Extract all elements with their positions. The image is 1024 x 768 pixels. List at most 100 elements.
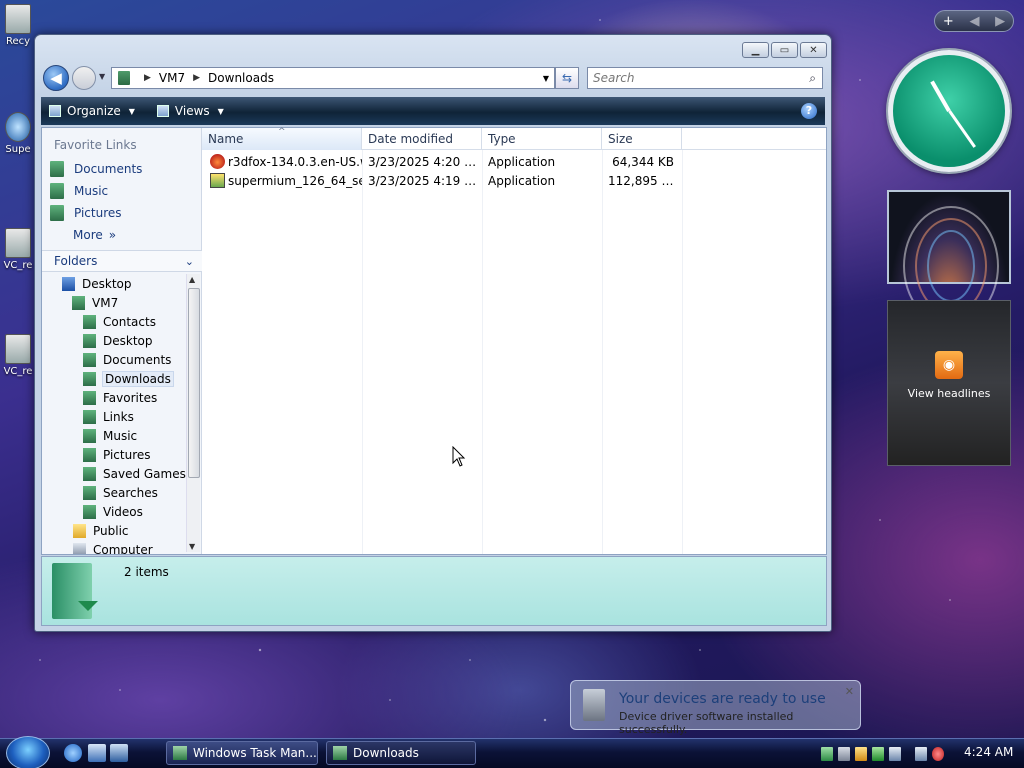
navigation-pane: Favorite Links Documents Music Pictures …: [42, 128, 202, 554]
tree-item-vm7[interactable]: VM7: [42, 293, 186, 312]
clock-gadget[interactable]: [888, 50, 1010, 172]
scrollbar-thumb[interactable]: [188, 288, 200, 478]
security-shield-icon[interactable]: [855, 747, 867, 761]
refresh-button[interactable]: ⇆: [555, 67, 579, 89]
maximize-button[interactable]: ▭: [771, 42, 798, 58]
help-icon: ?: [805, 104, 813, 117]
app-tray-icon[interactable]: [889, 747, 901, 761]
device-install-icon[interactable]: [838, 747, 850, 761]
breadcrumb-separator-icon[interactable]: ▶: [144, 73, 151, 83]
desktop-icon-supermium[interactable]: Supe: [0, 112, 36, 155]
start-button[interactable]: [6, 736, 50, 768]
column-header-name[interactable]: ^ Name: [202, 127, 362, 150]
slideshow-image: [927, 230, 975, 302]
taskbar-button-task-manager[interactable]: Windows Task Man...: [166, 741, 318, 765]
next-icon[interactable]: ▶: [995, 14, 1005, 29]
close-icon[interactable]: ✕: [845, 685, 854, 698]
tree-item-links[interactable]: Links: [42, 407, 186, 426]
tree-item-music[interactable]: Music: [42, 426, 186, 445]
scroll-down-icon[interactable]: ▼: [189, 542, 195, 551]
favorite-link-label: Pictures: [74, 206, 122, 220]
favorite-links-more[interactable]: More »: [42, 224, 201, 246]
close-button[interactable]: ✕: [800, 42, 827, 58]
breadcrumb-separator-icon[interactable]: ▶: [193, 73, 200, 83]
minimize-button[interactable]: ▁: [742, 42, 769, 58]
tree-item-label: Public: [93, 523, 129, 538]
command-bar: Organize ▼ Views ▼ ?: [41, 97, 825, 125]
address-dropdown-icon[interactable]: ▼: [538, 74, 554, 83]
tree-item-label: Desktop: [82, 276, 132, 291]
window-controls: ▁ ▭ ✕: [742, 42, 827, 58]
battery-icon[interactable]: [872, 747, 884, 761]
favorite-link-pictures[interactable]: Pictures: [42, 202, 201, 224]
tree-item-label: Music: [103, 428, 138, 443]
file-size: 64,344 KB: [612, 154, 674, 169]
desktop-icon-label: Recy: [5, 36, 31, 47]
favorite-link-documents[interactable]: Documents: [42, 158, 201, 180]
favorites-folder-icon: [83, 390, 96, 405]
taskbar-clock[interactable]: 4:24 AM: [964, 745, 1013, 759]
folder-icon: [118, 71, 130, 85]
search-input[interactable]: Search ⌕: [587, 67, 823, 89]
column-divider: [482, 150, 483, 554]
tree-item-public[interactable]: Public: [42, 521, 186, 540]
pictures-folder-icon: [83, 447, 96, 462]
previous-icon[interactable]: ◀: [969, 14, 979, 29]
network-icon[interactable]: [915, 747, 927, 761]
volume-muted-icon[interactable]: [932, 747, 944, 761]
tree-item-searches[interactable]: Searches: [42, 483, 186, 502]
tree-item-computer[interactable]: Computer: [42, 540, 186, 554]
tree-item-label: Pictures: [103, 447, 151, 462]
column-header-date-modified[interactable]: Date modified: [362, 128, 482, 150]
tree-item-saved-games[interactable]: Saved Games: [42, 464, 186, 483]
tree-item-pictures[interactable]: Pictures: [42, 445, 186, 464]
add-gadget-icon[interactable]: +: [943, 14, 954, 29]
desktop-icon-recycle-bin[interactable]: Recy: [0, 4, 36, 47]
tree-item-desktop[interactable]: Desktop: [42, 274, 186, 293]
breadcrumb-vm7[interactable]: VM7: [159, 71, 185, 85]
tree-item-videos[interactable]: Videos: [42, 502, 186, 521]
desktop-icon-vc-redist-2[interactable]: VC_re: [0, 334, 36, 377]
file-list: ^ Name Date modified Type Size r3dfox-13…: [202, 127, 826, 554]
show-desktop-icon[interactable]: [88, 744, 106, 762]
file-type: Application: [488, 154, 556, 169]
help-button[interactable]: ?: [801, 103, 817, 119]
music-folder-icon: [50, 183, 64, 199]
organize-button[interactable]: Organize ▼: [49, 104, 135, 118]
search-icon[interactable]: ⌕: [809, 71, 816, 86]
tree-item-favorites[interactable]: Favorites: [42, 388, 186, 407]
views-button[interactable]: Views ▼: [156, 104, 224, 118]
tree-item-contacts[interactable]: Contacts: [42, 312, 186, 331]
tree-item-desktop-folder[interactable]: Desktop: [42, 331, 186, 350]
slideshow-gadget[interactable]: [887, 190, 1011, 326]
folders-title: Folders: [54, 254, 98, 268]
tree-item-documents[interactable]: Documents: [42, 350, 186, 369]
switch-windows-icon[interactable]: [110, 744, 128, 762]
view-headlines-label[interactable]: View headlines: [888, 387, 1010, 400]
scroll-up-icon[interactable]: ▲: [189, 275, 195, 284]
tree-scrollbar[interactable]: ▲ ▼: [186, 274, 200, 552]
taskbar-button-downloads[interactable]: Downloads: [326, 741, 476, 765]
address-bar[interactable]: ▶ VM7 ▶ Downloads ▼: [111, 67, 555, 89]
searches-folder-icon: [83, 485, 96, 500]
tree-item-downloads[interactable]: Downloads: [42, 369, 186, 388]
favorite-link-music[interactable]: Music: [42, 180, 201, 202]
internet-explorer-icon[interactable]: [64, 744, 82, 762]
music-folder-icon: [83, 428, 96, 443]
notification-balloon[interactable]: Your devices are ready to use Device dri…: [570, 680, 861, 736]
file-date: 3/23/2025 4:20 AM: [368, 154, 482, 169]
desktop-icon-vc-redist-1[interactable]: VC_re: [0, 228, 36, 271]
breadcrumb-downloads[interactable]: Downloads: [208, 71, 274, 85]
safely-remove-icon[interactable]: [821, 747, 833, 761]
column-header-label: Name: [208, 132, 244, 146]
column-header-size[interactable]: Size: [602, 128, 682, 150]
recent-pages-dropdown[interactable]: ▼: [99, 72, 105, 81]
feed-headlines-gadget[interactable]: ◉ View headlines: [887, 300, 1011, 466]
folders-header[interactable]: Folders ⌄: [42, 250, 202, 272]
column-header-type[interactable]: Type: [482, 128, 602, 150]
forward-button[interactable]: [72, 66, 96, 90]
back-button[interactable]: ◀: [43, 65, 69, 91]
mouse-pointer-icon: [452, 446, 466, 467]
file-row[interactable]: r3dfox-134.0.3.en-US.w... 3/23/2025 4:20…: [202, 152, 826, 171]
file-row[interactable]: supermium_126_64_set... 3/23/2025 4:19 A…: [202, 171, 826, 190]
